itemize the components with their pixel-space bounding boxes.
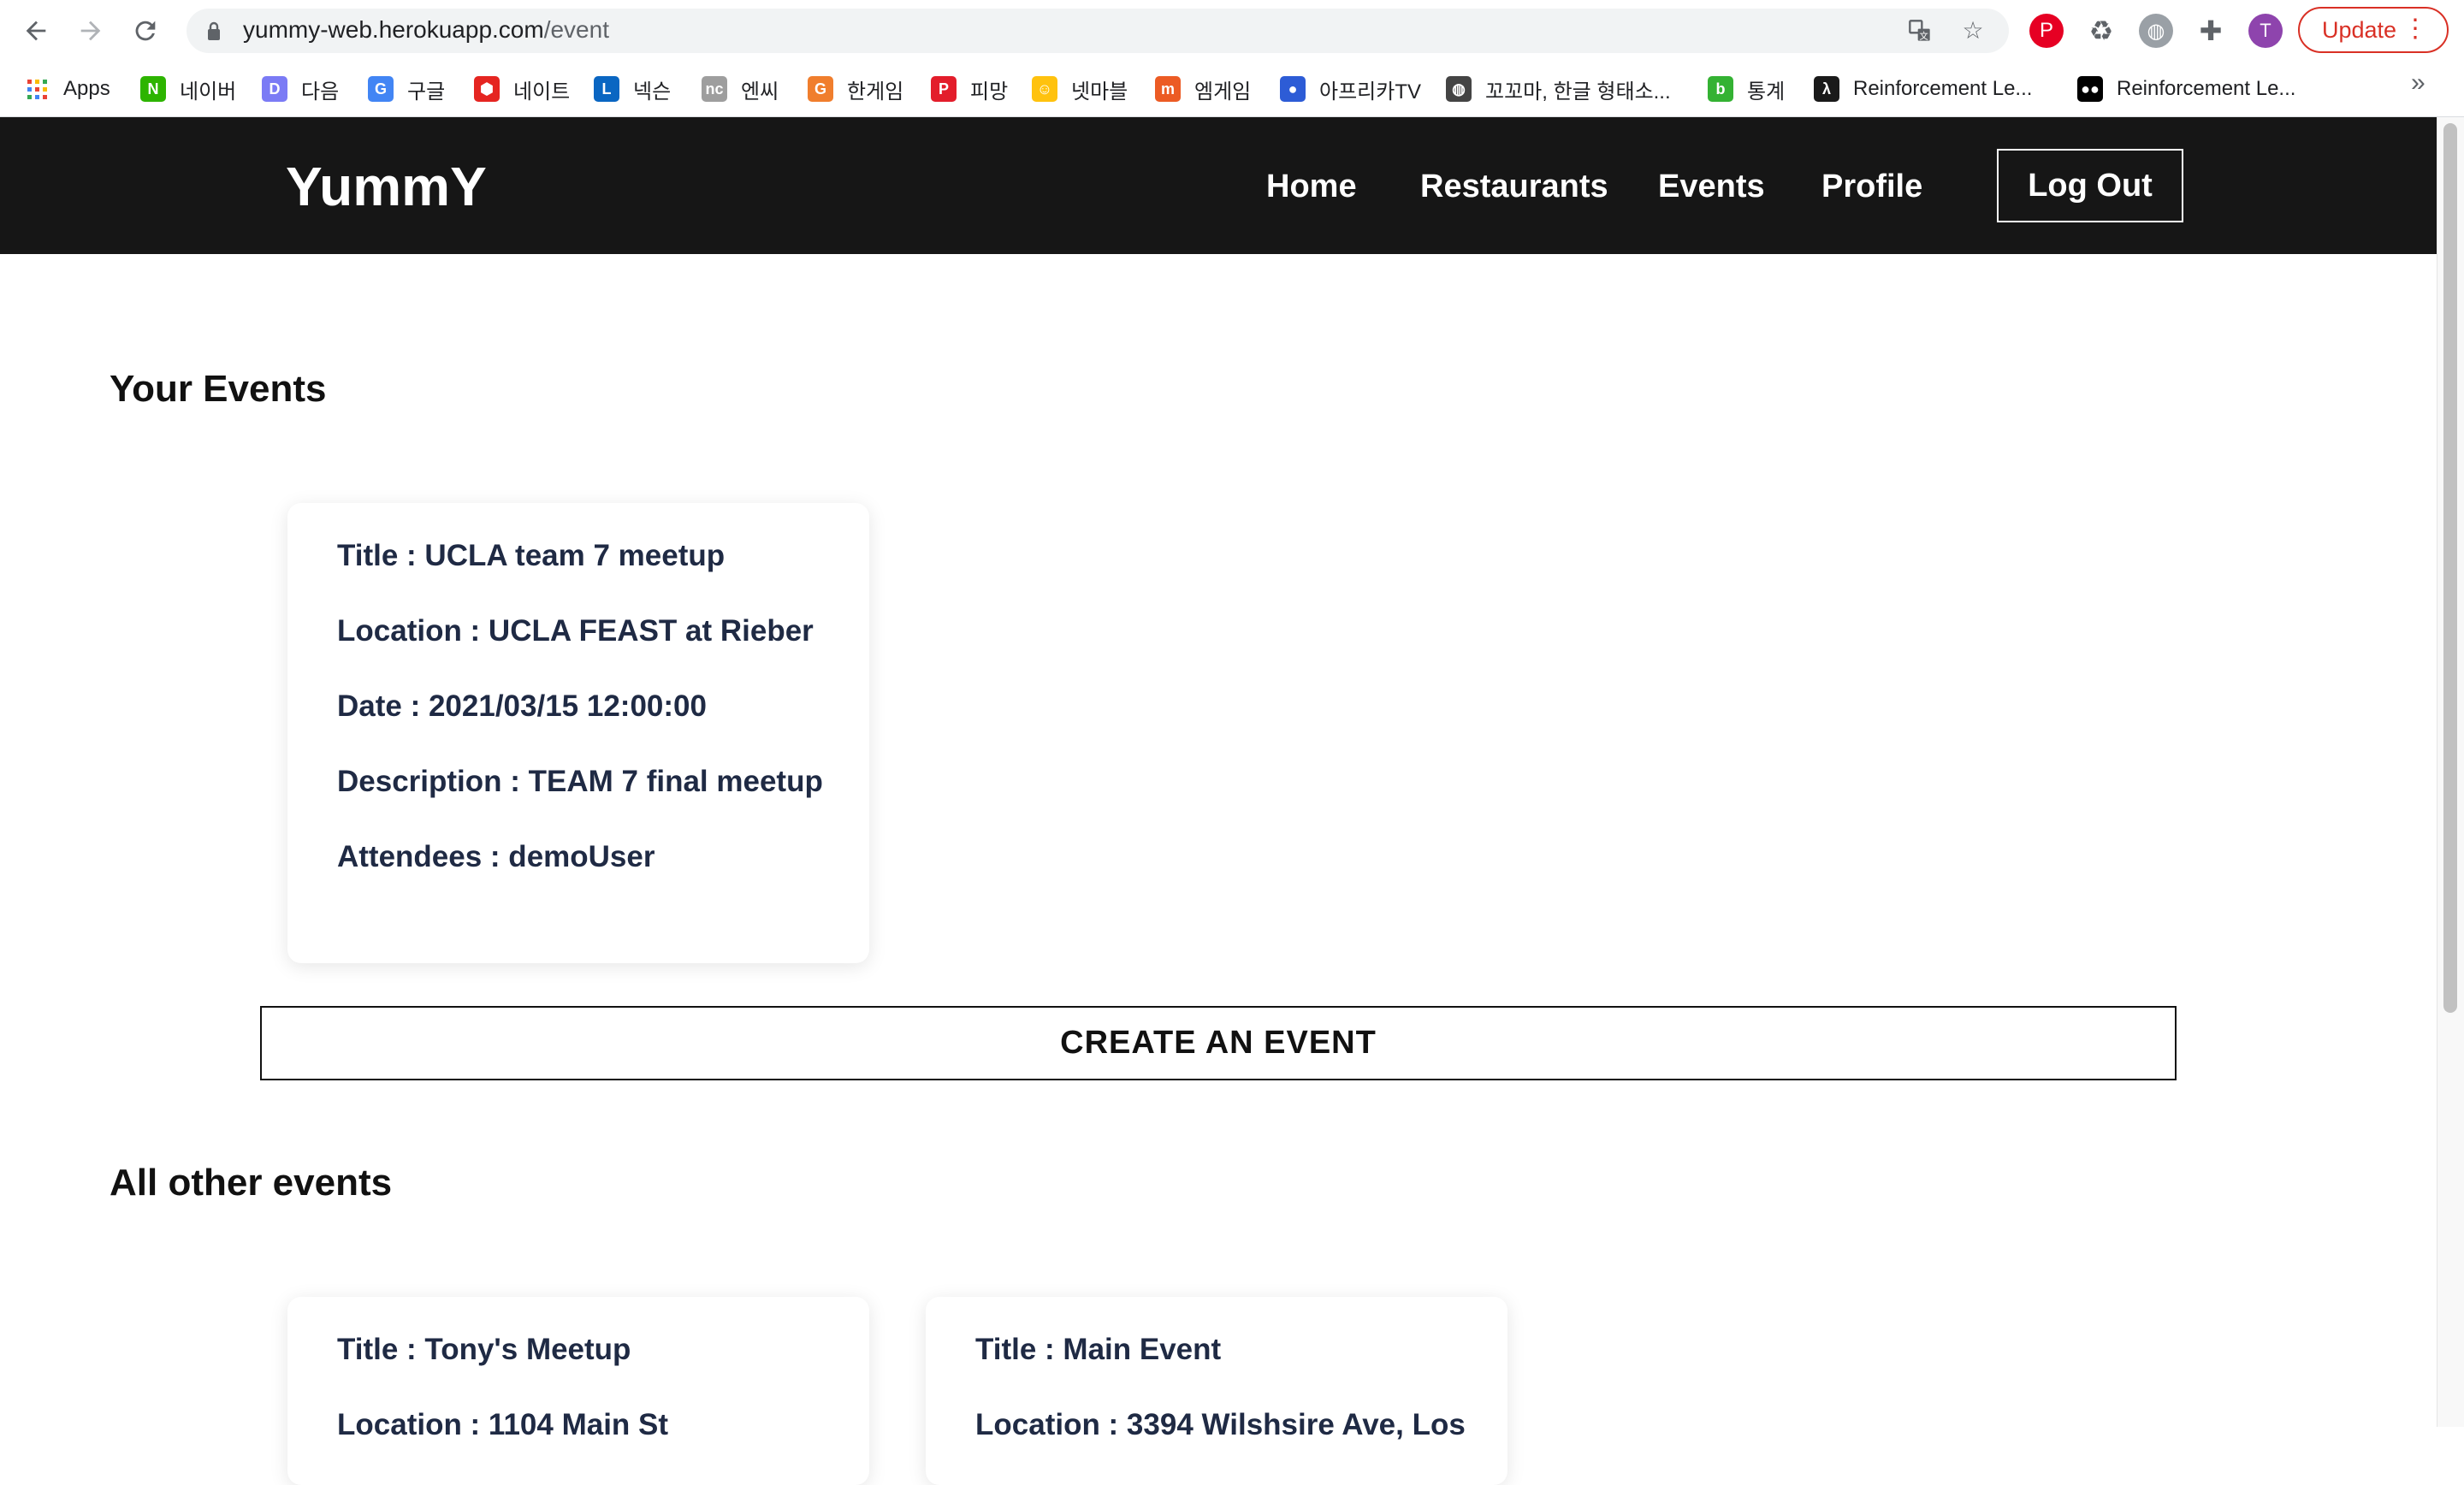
update-button[interactable]: Update ⋮ [2298, 7, 2449, 53]
event-card[interactable]: Title : UCLA team 7 meetup Location : UC… [287, 503, 869, 963]
create-event-button[interactable]: CREATE AN EVENT [260, 1006, 2177, 1080]
event-title: Title : Main Event [975, 1333, 1222, 1366]
event-location: Location : 3394 Wilshsire Ave, Los [975, 1408, 1466, 1441]
bookmark-label: Apps [63, 77, 110, 100]
blog-icon: b [1708, 76, 1733, 102]
hangame-icon: G [808, 76, 833, 102]
bookmark-item[interactable]: N 네이버 [140, 70, 236, 108]
globe-extension-icon[interactable]: ◍ [2139, 14, 2173, 48]
pmang-icon: P [931, 76, 957, 102]
bookmark-item[interactable]: ●● Reinforcement Le... [2077, 70, 2295, 108]
address-bar[interactable]: yummy-web.herokuapp.com/event 文 ☆ [187, 9, 2009, 53]
site-header: YummY Home Restaurants Events Profile Lo… [0, 117, 2437, 254]
event-attendees: Attendees : demoUser [337, 840, 655, 873]
puzzle-extensions-icon[interactable]: ✚ [2194, 14, 2228, 48]
bookmark-label: 통계 [1747, 80, 1786, 104]
bookmark-item[interactable]: b 통계 [1708, 70, 1785, 108]
bookmark-label: 네이트 [513, 80, 571, 104]
nate-icon: ⬢ [474, 76, 500, 102]
scrollbar-thumb[interactable] [2443, 123, 2457, 1013]
bookmark-item[interactable]: ☺ 넷마블 [1032, 70, 1128, 108]
translate-icon[interactable]: 文 [1908, 19, 1932, 43]
your-events-heading: Your Events [110, 368, 327, 410]
globe-icon: ◍ [1446, 76, 1472, 102]
other-events-heading: All other events [110, 1162, 393, 1204]
bookmark-item[interactable]: λ Reinforcement Le... [1814, 70, 2032, 108]
nav-restaurants[interactable]: Restaurants [1420, 169, 1608, 205]
event-title: Title : Tony's Meetup [337, 1333, 631, 1366]
reload-icon[interactable] [127, 12, 164, 50]
nexon-icon: L [594, 76, 619, 102]
svg-text:文: 文 [1919, 30, 1928, 41]
netmarble-icon: ☺ [1032, 76, 1057, 102]
browser-toolbar: yummy-web.herokuapp.com/event 文 ☆ P ♻ ◍ … [0, 0, 2464, 62]
profile-avatar[interactable]: T [2248, 14, 2283, 48]
nav-profile[interactable]: Profile [1821, 169, 1922, 205]
back-icon[interactable] [17, 12, 55, 50]
bookmark-label: 넥슨 [633, 80, 672, 104]
bookmark-item[interactable]: ● 아프리카TV [1280, 70, 1421, 108]
bookmark-item[interactable]: Apps [24, 70, 110, 108]
bookmarks-overflow-icon[interactable]: » [2411, 68, 2426, 98]
bookmark-label: 한게임 [847, 80, 904, 104]
bookmark-label: 엔씨 [741, 80, 779, 104]
bookmark-item[interactable]: L 넥슨 [594, 70, 671, 108]
bookmark-label: Reinforcement Le... [2117, 77, 2296, 100]
nav-home[interactable]: Home [1266, 169, 1357, 205]
afreecatv-icon: ● [1280, 76, 1306, 102]
bookmark-star-icon[interactable]: ☆ [1961, 19, 1985, 43]
bookmark-item[interactable]: P 피망 [931, 70, 1008, 108]
event-card[interactable]: Title : Tony's Meetup Location : 1104 Ma… [287, 1297, 869, 1485]
bookmark-item[interactable]: G 구글 [368, 70, 445, 108]
event-location: Location : UCLA FEAST at Rieber [337, 614, 814, 648]
event-date: Date : 2021/03/15 12:00:00 [337, 689, 707, 723]
event-card[interactable]: Title : Main Event Location : 3394 Wilsh… [926, 1297, 1507, 1485]
bookmark-label: 엠게임 [1194, 80, 1252, 104]
bookmark-label: 아프리카TV [1319, 80, 1421, 104]
recycle-extension-icon[interactable]: ♻ [2084, 14, 2118, 48]
event-description: Description : TEAM 7 final meetup [337, 765, 823, 798]
event-title: Title : UCLA team 7 meetup [337, 539, 726, 572]
bookmark-label: 넷마블 [1071, 80, 1128, 104]
bookmark-item[interactable]: D 다음 [262, 70, 339, 108]
more-menu-icon: ⋮ [2402, 15, 2428, 43]
bookmark-label: Reinforcement Le... [1853, 77, 2033, 100]
bookmark-label: 네이버 [180, 80, 237, 104]
bookmarks-bar: Apps N 네이버 D 다음 G 구글 ⬢ 네이트 L 넥슨 nc 엔씨 G 한게임 P 피망 ☺ 넷마블 m 엠게임… [0, 62, 2464, 117]
ncsoft-icon: nc [702, 76, 727, 102]
mgame-icon: m [1155, 76, 1181, 102]
forward-icon[interactable] [72, 12, 110, 50]
bookmark-item[interactable]: m 엠게임 [1155, 70, 1251, 108]
lock-icon [208, 21, 220, 40]
bookmark-label: 다음 [301, 80, 340, 104]
logout-button[interactable]: Log Out [1997, 149, 2183, 222]
brand-logo[interactable]: YummY [286, 155, 487, 218]
google-icon: G [368, 76, 394, 102]
nav-events[interactable]: Events [1658, 169, 1765, 205]
event-location: Location : 1104 Main St [337, 1408, 669, 1441]
medium-icon: ●● [2077, 76, 2103, 102]
bookmark-label: 구글 [407, 80, 446, 104]
naver-icon: N [140, 76, 166, 102]
bookmark-label: 꼬꼬마, 한글 형태소... [1485, 80, 1671, 104]
apps-grid-icon [24, 76, 50, 102]
bookmark-item[interactable]: nc 엔씨 [702, 70, 779, 108]
lambda-icon: λ [1814, 76, 1839, 102]
url-text: yummy-web.herokuapp.com/event [243, 16, 609, 43]
bookmark-label: 피망 [970, 80, 1009, 104]
daum-icon: D [262, 76, 287, 102]
bookmark-item[interactable]: ◍ 꼬꼬마, 한글 형태소... [1446, 70, 1671, 108]
bookmark-item[interactable]: ⬢ 네이트 [474, 70, 570, 108]
pinterest-icon[interactable]: P [2029, 14, 2064, 48]
bookmark-item[interactable]: G 한게임 [808, 70, 903, 108]
